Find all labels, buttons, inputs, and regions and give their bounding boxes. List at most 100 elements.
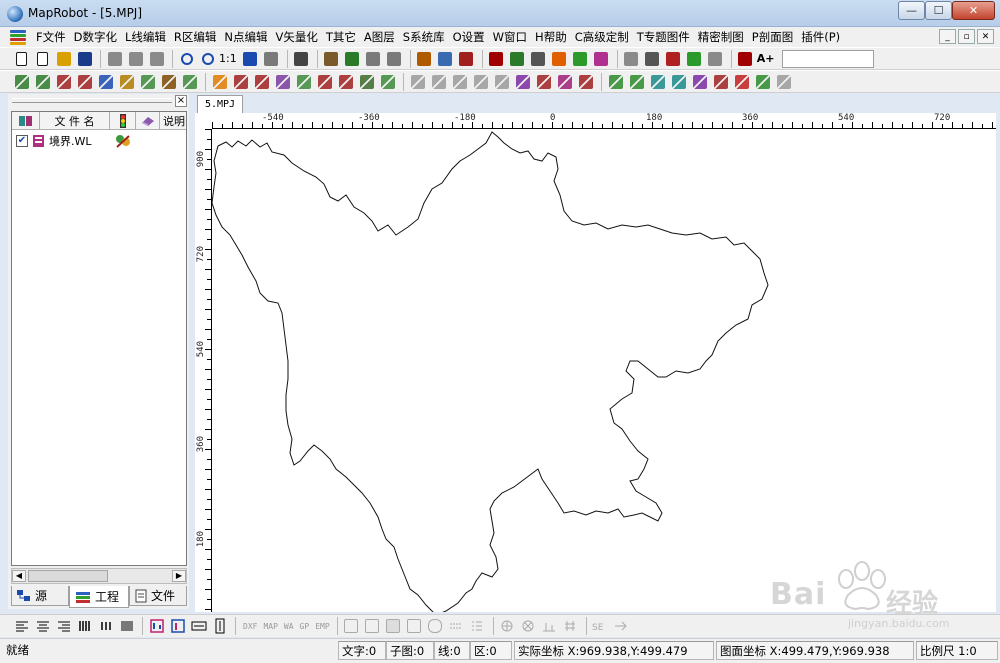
menu-system-library[interactable]: S系统库 (399, 28, 449, 46)
edit-tool-26-icon[interactable] (555, 73, 574, 91)
menu-other[interactable]: T其它 (322, 28, 360, 46)
maximize-button[interactable]: ☐ (925, 1, 952, 20)
wa-export-button[interactable]: WA (284, 622, 294, 631)
edit-tool-34-icon[interactable] (732, 73, 751, 91)
menu-vectorize[interactable]: V矢量化 (272, 28, 322, 46)
hammer-icon[interactable] (385, 50, 404, 68)
save-all-icon[interactable] (126, 50, 145, 68)
region-icon[interactable] (550, 50, 569, 68)
panel-grip[interactable] (12, 98, 172, 103)
edit-tool-35-icon[interactable] (753, 73, 772, 91)
edit-tool-22-icon[interactable] (471, 73, 490, 91)
edit-tool-23-icon[interactable] (492, 73, 511, 91)
scroll-thumb[interactable] (28, 570, 108, 582)
tab-source[interactable]: 源 (11, 586, 69, 606)
mdi-minimize-button[interactable]: _ (939, 29, 956, 44)
scroll-right-arrow[interactable]: ▶ (172, 570, 186, 582)
align-bottom-icon[interactable] (147, 617, 166, 635)
paste-icon[interactable] (457, 50, 476, 68)
save-copy-icon[interactable] (147, 50, 166, 68)
cross-icon[interactable] (529, 50, 548, 68)
menu-profile[interactable]: P剖面图 (748, 28, 797, 46)
text-size-button[interactable]: A+ (757, 52, 775, 65)
frame-corner-icon[interactable] (405, 617, 424, 635)
equal-icon[interactable] (561, 617, 580, 635)
document-tab[interactable]: 5.MPJ (197, 95, 243, 113)
edit-status-icon[interactable] (114, 133, 132, 149)
align-right-icon[interactable] (54, 617, 73, 635)
menu-file[interactable]: F文件 (32, 28, 70, 46)
menu-region-edit[interactable]: R区编辑 (170, 28, 221, 46)
map-export-button[interactable]: MAP (263, 622, 277, 631)
ruler-icon[interactable] (643, 50, 662, 68)
baseline-icon[interactable] (540, 617, 559, 635)
align-center-icon[interactable] (33, 617, 52, 635)
menu-thematic[interactable]: T专题图件 (633, 28, 694, 46)
edit-tool-36-icon[interactable] (774, 73, 793, 91)
edit-tool-32-icon[interactable] (690, 73, 709, 91)
zoom-in-icon[interactable] (177, 50, 196, 68)
edit-tool-17-icon[interactable] (357, 73, 376, 91)
edit-tool-7-icon[interactable] (138, 73, 157, 91)
distribute-v-icon[interactable] (96, 617, 115, 635)
measure-icon[interactable] (622, 50, 641, 68)
columns-icon[interactable] (117, 617, 136, 635)
open-folder-icon[interactable] (54, 50, 73, 68)
cut-icon[interactable] (415, 50, 434, 68)
print-icon[interactable] (292, 50, 311, 68)
edit-tool-14-icon[interactable] (294, 73, 313, 91)
save-as-icon[interactable] (105, 50, 124, 68)
edit-tool-28-icon[interactable] (606, 73, 625, 91)
zoom-out-icon[interactable] (198, 50, 217, 68)
text-icon[interactable] (736, 50, 755, 68)
edit-tool-12-icon[interactable] (252, 73, 271, 91)
edit-tool-4-icon[interactable] (75, 73, 94, 91)
undo-icon[interactable] (262, 50, 281, 68)
distribute-icon[interactable] (75, 617, 94, 635)
edit-icon[interactable] (571, 50, 590, 68)
menu-plugins[interactable]: 插件(P) (797, 28, 844, 46)
frame-icon[interactable] (342, 617, 361, 635)
menu-point-edit[interactable]: N点编辑 (220, 28, 271, 46)
height-icon[interactable] (210, 617, 229, 635)
arrow-right-icon[interactable] (612, 617, 631, 635)
menu-line-edit[interactable]: L线编辑 (121, 28, 170, 46)
snap-grid-icon[interactable] (498, 617, 517, 635)
zoom-window-icon[interactable] (241, 50, 260, 68)
mdi-restore-button[interactable]: ▫ (958, 29, 975, 44)
table-icon[interactable] (343, 50, 362, 68)
edit-tool-15-icon[interactable] (315, 73, 334, 91)
edit-tool-33-icon[interactable] (711, 73, 730, 91)
menu-advanced[interactable]: C高级定制 (571, 28, 633, 46)
width-icon[interactable] (189, 617, 208, 635)
panel-close-icon[interactable]: × (175, 95, 187, 107)
edit-tool-25-icon[interactable] (534, 73, 553, 91)
eraser-icon[interactable] (706, 50, 725, 68)
map-canvas[interactable] (212, 129, 996, 612)
align-top-icon[interactable] (168, 617, 187, 635)
menu-digitize[interactable]: D数字化 (70, 28, 121, 46)
edit-tool-31-icon[interactable] (669, 73, 688, 91)
layer-icon[interactable] (322, 50, 341, 68)
copy-icon[interactable] (436, 50, 455, 68)
edit-tool-9-icon[interactable] (180, 73, 199, 91)
menu-precision[interactable]: 精密制图 (694, 28, 748, 46)
close-button[interactable]: ✕ (952, 1, 995, 20)
arrow-icon[interactable] (508, 50, 527, 68)
edit-tool-13-icon[interactable] (273, 73, 292, 91)
text-size-input[interactable] (782, 49, 875, 68)
menu-help[interactable]: H帮助 (531, 28, 571, 46)
align-left-icon[interactable] (12, 617, 31, 635)
minimize-button[interactable]: — (898, 1, 925, 20)
menu-window[interactable]: W窗口 (489, 28, 531, 46)
frame-fill-icon[interactable] (384, 617, 403, 635)
edit-tool-18-icon[interactable] (378, 73, 397, 91)
frame-round-icon[interactable] (426, 617, 445, 635)
save-icon[interactable] (75, 50, 94, 68)
edit-tool-27-icon[interactable] (576, 73, 595, 91)
new-project-icon[interactable] (33, 50, 52, 68)
pen-icon[interactable] (592, 50, 611, 68)
emp-export-button[interactable]: EMP (315, 622, 329, 631)
new-file-icon[interactable] (12, 50, 31, 68)
line-attr-icon[interactable] (487, 50, 506, 68)
